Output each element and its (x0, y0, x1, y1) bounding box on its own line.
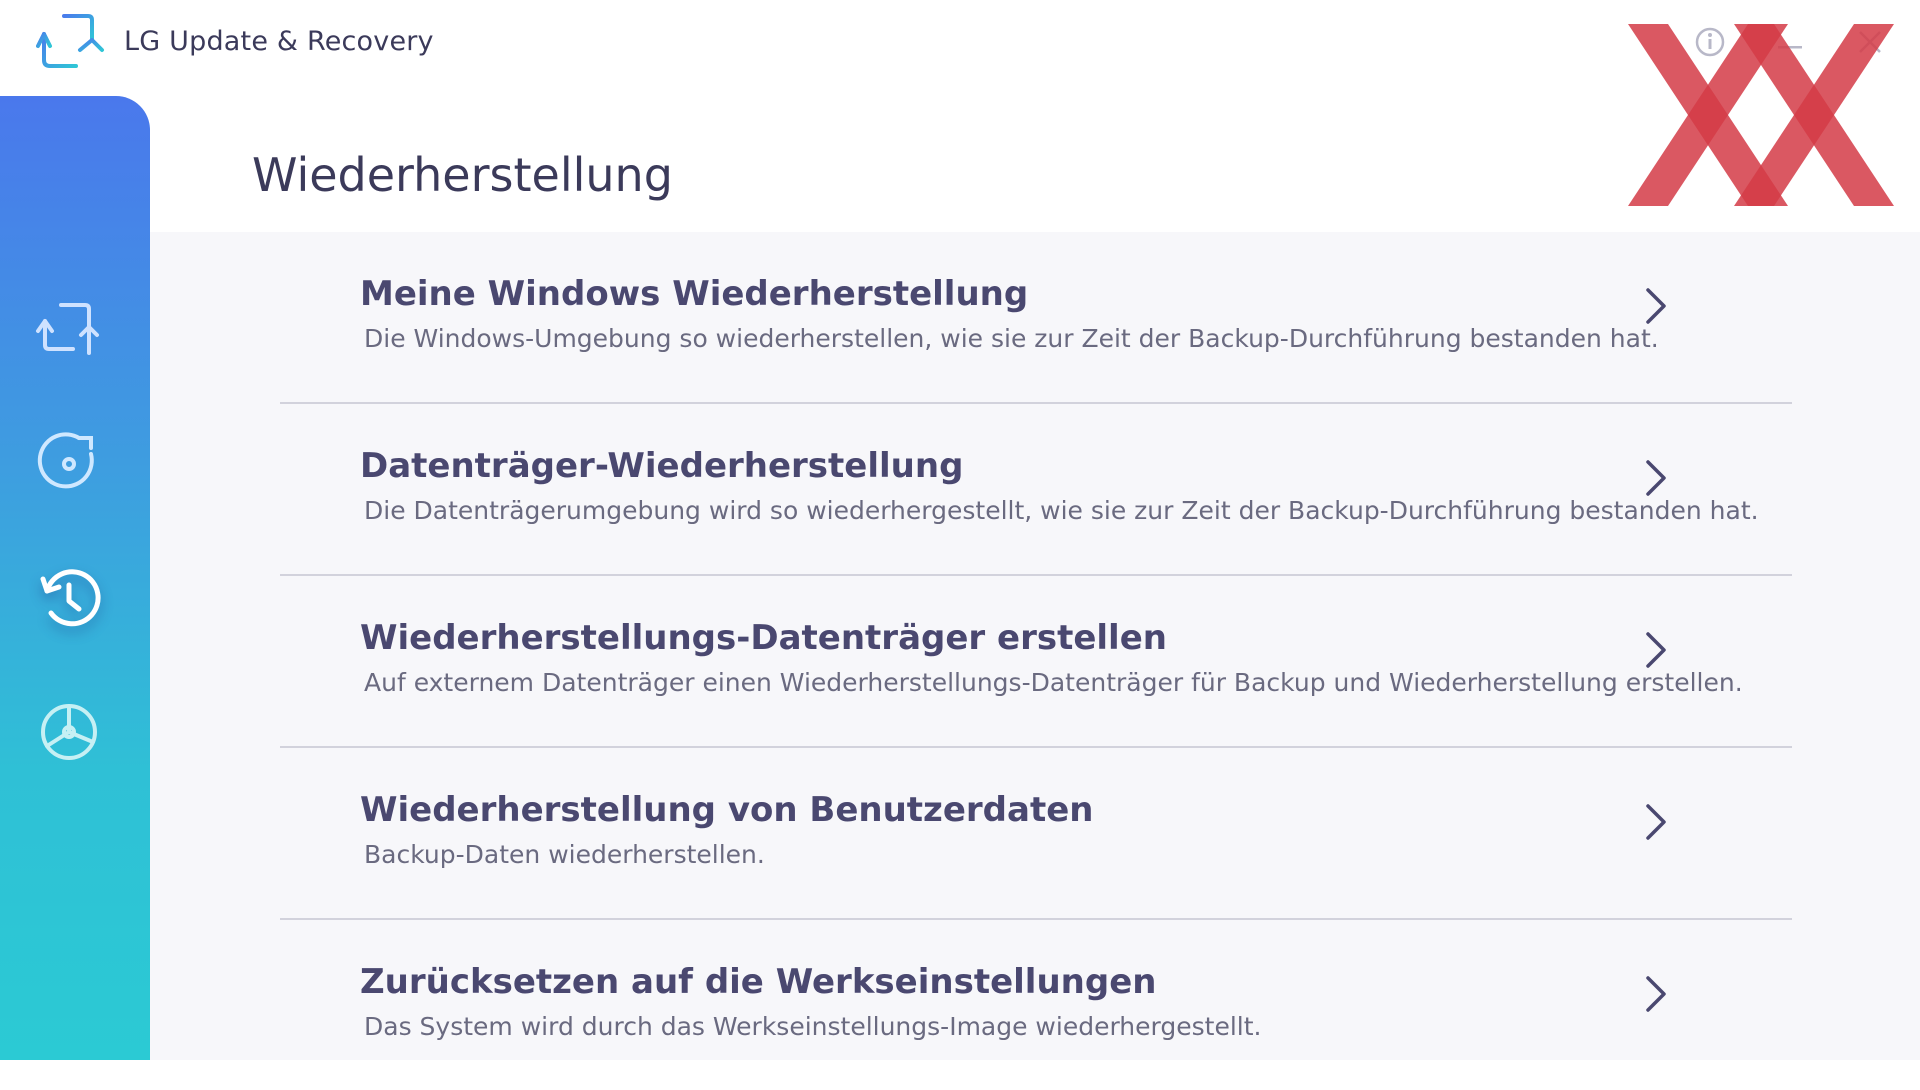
option-user-data-recovery[interactable]: Wiederherstellung von Benutzerdaten Back… (280, 748, 1792, 920)
disk-chart-icon (41, 704, 97, 760)
chevron-right-icon (1646, 288, 1666, 324)
chevron-right-icon (1646, 976, 1666, 1012)
sidebar-item-recovery[interactable] (28, 556, 110, 638)
sidebar (0, 96, 150, 1060)
watermark-logo (1628, 24, 1894, 206)
option-title: Wiederherstellung von Benutzerdaten (360, 790, 1094, 830)
option-description: Die Windows-Umgebung so wiederherstellen… (364, 324, 1659, 353)
page-title: Wiederherstellung (252, 148, 673, 202)
option-description: Die Datenträgerumgebung wird so wiederhe… (364, 496, 1759, 525)
chevron-right-icon (1646, 460, 1666, 496)
sidebar-item-backup[interactable] (28, 421, 110, 503)
sidebar-item-disk[interactable] (28, 691, 110, 773)
sync-arrows-icon (36, 303, 99, 355)
history-clock-icon (40, 569, 101, 627)
option-title: Datenträger-Wiederherstellung (360, 446, 964, 486)
options-list: Meine Windows Wiederherstellung Die Wind… (280, 232, 1792, 1090)
chevron-right-icon (1646, 632, 1666, 668)
option-disk-recovery[interactable]: Datenträger-Wiederherstellung Die Datent… (280, 404, 1792, 576)
app-title: LG Update & Recovery (124, 26, 434, 57)
option-title: Wiederherstellungs-Datenträger erstellen (360, 618, 1167, 658)
option-description: Backup-Daten wiederherstellen. (364, 840, 765, 869)
option-create-recovery-media[interactable]: Wiederherstellungs-Datenträger erstellen… (280, 576, 1792, 748)
app-logo-icon (36, 14, 104, 74)
option-title: Zurücksetzen auf die Werkseinstellungen (360, 962, 1157, 1002)
option-my-windows-recovery[interactable]: Meine Windows Wiederherstellung Die Wind… (280, 232, 1792, 404)
option-description: Das System wird durch das Werkseinstellu… (364, 1012, 1262, 1041)
disc-refresh-icon (37, 432, 94, 489)
chevron-right-icon (1646, 804, 1666, 840)
sidebar-item-update[interactable] (28, 286, 110, 368)
option-title: Meine Windows Wiederherstellung (360, 274, 1029, 314)
option-description: Auf externem Datenträger einen Wiederher… (364, 668, 1743, 697)
content-area: Meine Windows Wiederherstellung Die Wind… (150, 232, 1920, 1060)
option-factory-reset[interactable]: Zurücksetzen auf die Werkseinstellungen … (280, 920, 1792, 1090)
